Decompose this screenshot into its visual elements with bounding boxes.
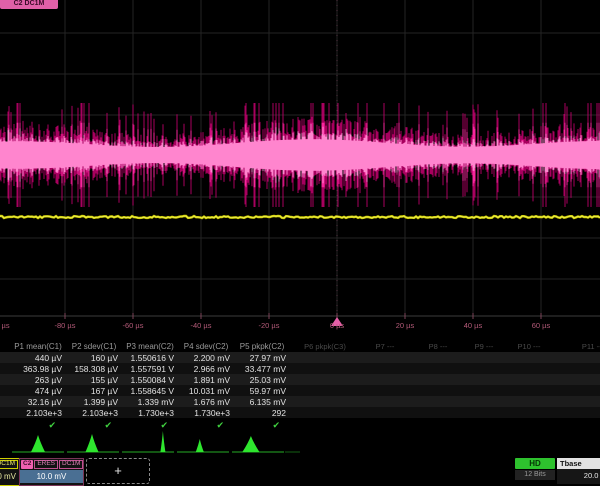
- measure-value: 6.135 mV: [234, 397, 286, 408]
- measure-value: 33.477 mV: [234, 364, 286, 375]
- add-trace-button[interactable]: +: [86, 458, 150, 484]
- measure-column-header: P5 pkpk(C2): [234, 342, 290, 353]
- measure-value: 27.97 mV: [234, 353, 286, 364]
- status-check-icon: ✔: [178, 419, 224, 431]
- measure-value: 1.557591 V: [122, 364, 174, 375]
- measure-value: 2.103e+3: [10, 408, 62, 419]
- measure-column-header: P4 sdev(C2): [178, 342, 234, 353]
- histicon-peak: [196, 439, 204, 452]
- timebase-scale-value: 20.0 µs/div: [557, 469, 600, 482]
- status-check-icon: ✔: [234, 419, 280, 431]
- histicon-peak: [31, 435, 45, 452]
- measure-value: 440 µV: [10, 353, 62, 364]
- c1-coupling-badge: DC1M: [0, 460, 18, 469]
- measure-column-header-inactive: P11 ---: [563, 342, 600, 353]
- measure-value: 59.97 mV: [234, 386, 286, 397]
- histicon-peak: [242, 436, 259, 452]
- histicon-peak: [160, 431, 165, 452]
- c2-filter-badge: ERES: [34, 460, 58, 469]
- plus-icon: +: [114, 463, 122, 478]
- time-axis-label: 0 µs: [315, 320, 359, 331]
- measure-column-header-inactive: P6 pkpk(C3): [295, 342, 355, 353]
- measure-value: 263 µV: [10, 375, 62, 386]
- measure-column-header: P3 mean(C2): [122, 342, 178, 353]
- channel-descriptor-c1[interactable]: DC1M 10.0 mV: [0, 458, 20, 486]
- hd-mode-badge[interactable]: HD: [515, 458, 555, 469]
- c1-scale-value: 10.0 mV: [0, 470, 19, 483]
- status-check-icon: ✔: [10, 419, 56, 431]
- measure-value: 2.966 mV: [178, 364, 230, 375]
- measure-value: 155 µV: [66, 375, 118, 386]
- time-axis-label: -80 µs: [43, 320, 87, 331]
- measure-value: 158.308 µV: [66, 364, 118, 375]
- time-axis-labels: -100 µs -80 µs -60 µs -40 µs -20 µs 0 µs 20 µs…: [0, 320, 600, 332]
- time-axis-label: -40 µs: [179, 320, 223, 331]
- c2-name-badge: C2: [21, 460, 33, 469]
- measure-value: 1.339 mV: [122, 397, 174, 408]
- measure-value: 1.730e+3: [122, 408, 174, 419]
- measure-value: 1.550084 V: [122, 375, 174, 386]
- measure-value: 2.103e+3: [66, 408, 118, 419]
- trace-label-badge[interactable]: C2 DC1M: [0, 0, 58, 9]
- measure-value: 292: [234, 408, 286, 419]
- measure-column-header: P2 sdev(C1): [66, 342, 122, 353]
- measure-value: 167 µV: [66, 386, 118, 397]
- measure-column-header: P1 mean(C1): [10, 342, 66, 353]
- measure-value: 160 µV: [66, 353, 118, 364]
- hd-bits-label: 12 Bits: [515, 470, 555, 480]
- c2-scale-value: 10.0 mV: [20, 470, 83, 483]
- measure-value: 2.200 mV: [178, 353, 230, 364]
- descriptor-bar: DC1M 10.0 mV C2 ERES DC1M 10.0 mV + HD 1…: [0, 458, 600, 480]
- time-axis-label: 20 µs: [383, 320, 427, 331]
- measure-value: 1.730e+3: [178, 408, 230, 419]
- measure-value: 363.98 µV: [10, 364, 62, 375]
- time-axis-label: -60 µs: [111, 320, 155, 331]
- measure-table[interactable]: P1 mean(C1)440 µV363.98 µV263 µV474 µV32…: [0, 341, 600, 432]
- status-check-icon: ✔: [66, 419, 112, 431]
- timebase-descriptor[interactable]: Tbase 20.0 µs/div: [557, 458, 600, 484]
- measure-column-header-inactive: P10 ---: [499, 342, 559, 353]
- time-axis-label: 40 µs: [451, 320, 495, 331]
- measure-column-header-inactive: P7 ---: [355, 342, 415, 353]
- time-axis-label: -100 µs: [0, 320, 19, 331]
- measure-value: 1.558645 V: [122, 386, 174, 397]
- status-check-icon: ✔: [122, 419, 168, 431]
- channel-descriptor-c2[interactable]: C2 ERES DC1M 10.0 mV: [19, 458, 84, 486]
- histicon-peak: [86, 434, 99, 452]
- measure-value: 1.550616 V: [122, 353, 174, 364]
- c2-coupling-badge: DC1M: [59, 460, 83, 469]
- measure-value: 10.031 mV: [178, 386, 230, 397]
- oscilloscope-screen: { "scope": { "top_left_label": "C2 DC1M"…: [0, 0, 600, 480]
- measure-value: 474 µV: [10, 386, 62, 397]
- measure-value: 25.03 mV: [234, 375, 286, 386]
- timebase-title: Tbase: [557, 458, 600, 469]
- time-axis-label: 60 µs: [519, 320, 563, 331]
- measure-value: 32.16 µV: [10, 397, 62, 408]
- time-axis-label: -20 µs: [247, 320, 291, 331]
- measure-value: 1.891 mV: [178, 375, 230, 386]
- measure-value: 1.399 µV: [66, 397, 118, 408]
- measure-value: 1.676 mV: [178, 397, 230, 408]
